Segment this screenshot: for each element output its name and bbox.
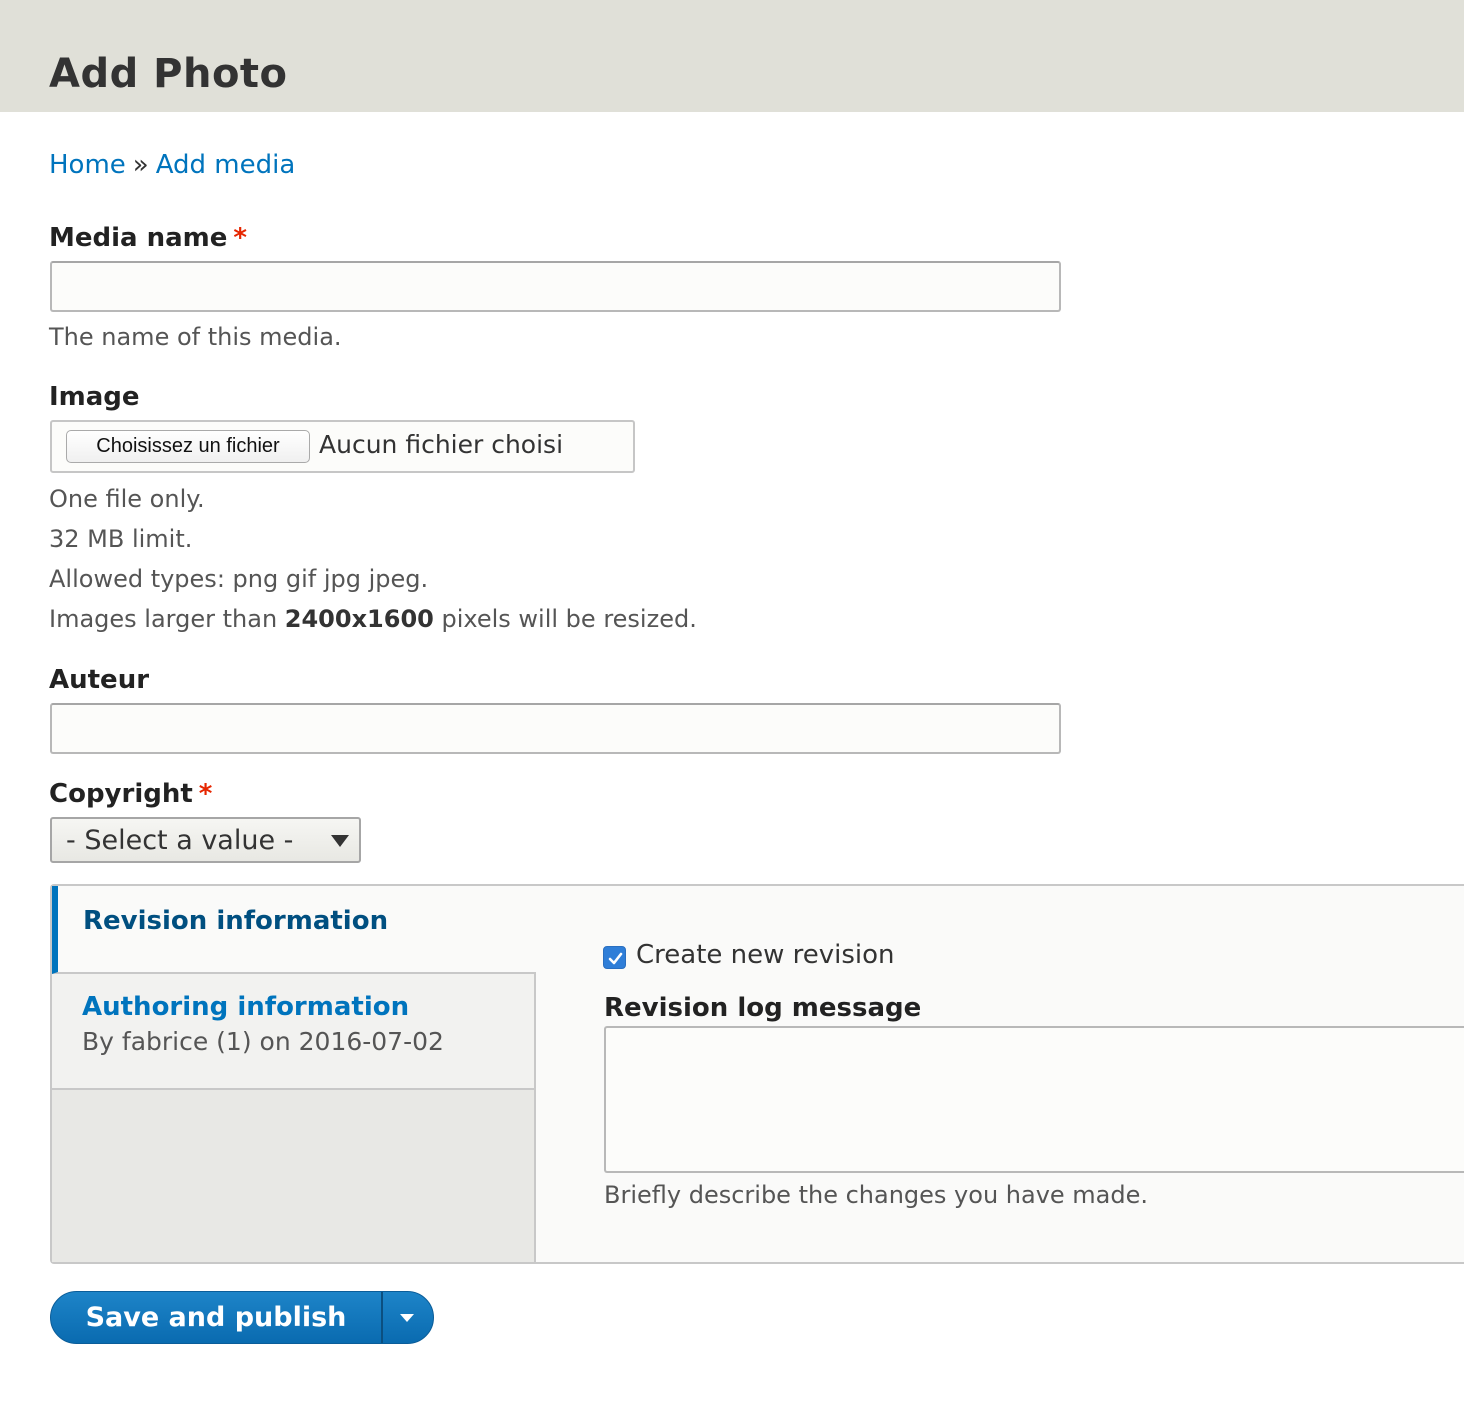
tab-authoring-information[interactable]: Authoring information By fabrice (1) on … [52, 974, 534, 1090]
media-name-description: The name of this media. [49, 323, 342, 351]
tab-authoring-information-title: Authoring information [82, 992, 410, 1022]
breadcrumb-separator: » [132, 150, 149, 180]
checkmark-icon [608, 952, 623, 965]
image-help-resize-dimensions: 2400x1600 [284, 605, 434, 633]
vertical-tabs-menu: Revision information Authoring informati… [52, 886, 536, 1262]
image-help-one-file: One file only. [49, 485, 205, 513]
caret-down-icon [400, 1314, 414, 1322]
save-and-publish-split-button: Save and publish [50, 1291, 434, 1344]
save-and-publish-button[interactable]: Save and publish [51, 1292, 381, 1343]
choose-file-button[interactable]: Choisissez un fichier [66, 430, 310, 463]
auteur-label: Auteur [49, 665, 150, 695]
image-help-resize-prefix: Images larger than [49, 605, 285, 633]
media-name-label-text: Media name [49, 223, 228, 253]
image-file-field: Choisissez un fichier Aucun fichier choi… [50, 420, 635, 473]
image-label: Image [49, 382, 140, 412]
tab-authoring-information-summary: By fabrice (1) on 2016-07-02 [82, 1027, 444, 1056]
copyright-selected-value: - Select a value - [66, 825, 294, 856]
revision-log-description: Briefly describe the changes you have ma… [604, 1181, 1149, 1209]
copyright-label-text: Copyright [49, 779, 193, 809]
create-new-revision-checkbox[interactable] [603, 946, 626, 969]
image-help-resize-suffix: pixels will be resized. [433, 605, 697, 633]
copyright-label: Copyright * [49, 778, 212, 810]
page-title: Add Photo [49, 51, 288, 97]
vertical-tabs: Revision information Authoring informati… [50, 884, 1464, 1264]
tab-revision-information-title: Revision information [83, 906, 389, 936]
revision-information-pane: Create new revision Revision log message… [536, 886, 1464, 1262]
revision-log-label: Revision log message [604, 993, 922, 1023]
image-help-resize: Images larger than 2400x1600 pixels will… [49, 604, 697, 634]
revision-log-textarea[interactable] [604, 1026, 1464, 1173]
file-status-text: Aucun fichier choisi [319, 430, 564, 459]
dropdown-arrow-icon [331, 835, 349, 847]
breadcrumb-add-media-link[interactable]: Add media [156, 150, 296, 180]
breadcrumb: Home» Add media [49, 148, 295, 182]
create-new-revision-label[interactable]: Create new revision [636, 938, 895, 972]
save-options-toggle[interactable] [383, 1292, 433, 1343]
breadcrumb-home-link[interactable]: Home [49, 150, 126, 180]
required-marker: * [233, 223, 248, 253]
image-help-allowed-types: Allowed types: png gif jpg jpeg. [49, 565, 429, 593]
media-name-input[interactable] [50, 261, 1061, 312]
tab-revision-information[interactable]: Revision information [52, 886, 536, 974]
page-header: Add Photo [0, 0, 1464, 112]
required-marker: * [198, 779, 213, 809]
copyright-select[interactable]: - Select a value - [50, 817, 361, 863]
auteur-input[interactable] [50, 703, 1061, 754]
image-help-size-limit: 32 MB limit. [49, 525, 193, 553]
media-name-label: Media name * [49, 222, 247, 254]
